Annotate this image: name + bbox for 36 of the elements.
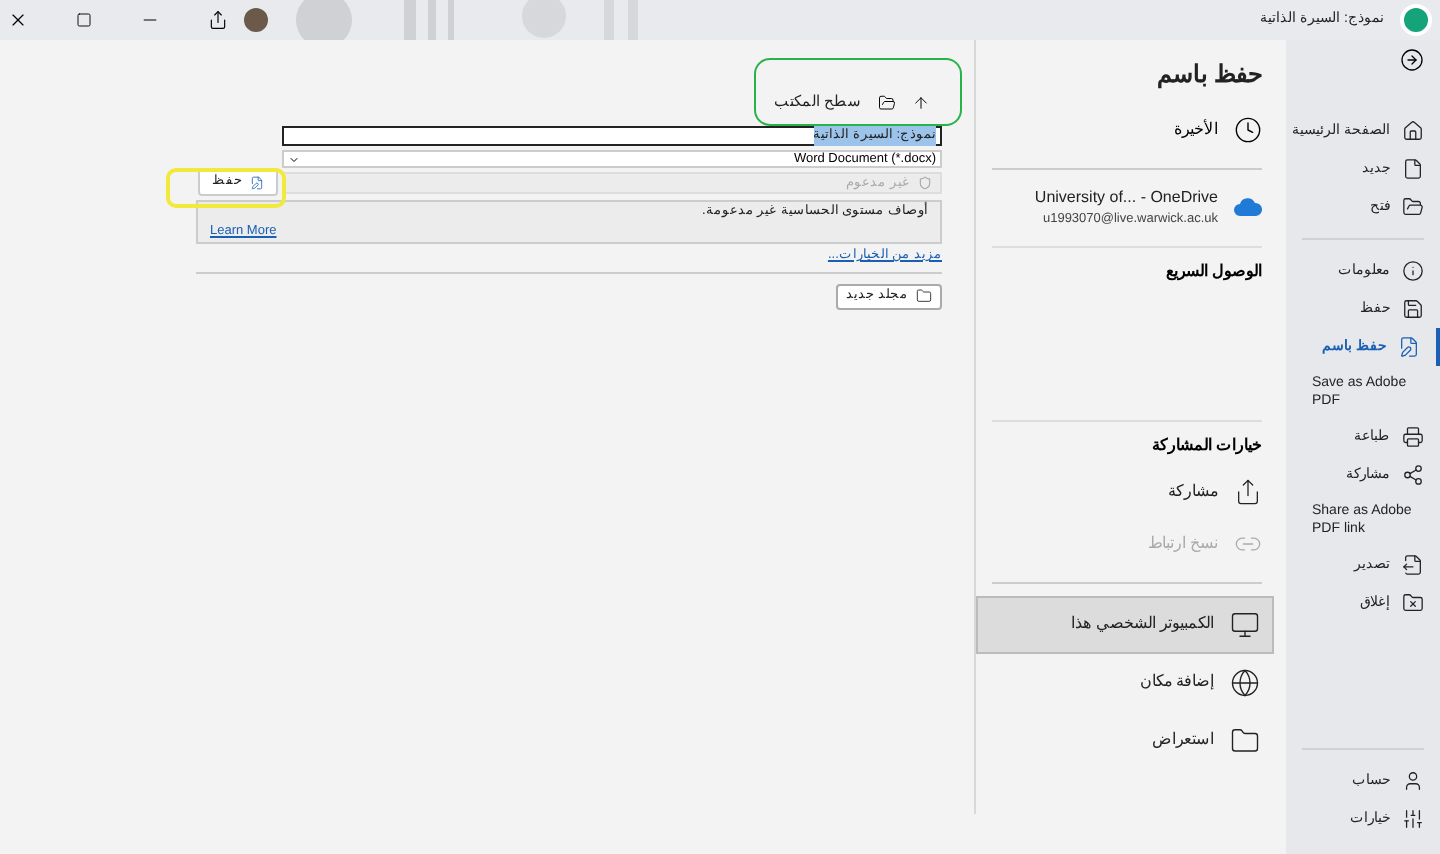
printer-icon: [1402, 426, 1424, 448]
location-item[interactable]: استعراض: [976, 711, 1274, 770]
info-icon: [1402, 260, 1424, 282]
avatar-icon[interactable]: [244, 8, 268, 32]
globe-icon: [1230, 667, 1260, 698]
maximize-icon[interactable]: [76, 12, 92, 28]
chevron-icon: [288, 153, 300, 165]
clock-icon: [1234, 116, 1262, 144]
folder-icon: [1230, 725, 1260, 756]
folder-icon: [1402, 196, 1424, 218]
page-title: حفظ باسم: [1155, 58, 1262, 92]
options-icon: [1402, 808, 1424, 830]
location-item[interactable]: إضافة مكان: [976, 653, 1274, 712]
app-logo-icon: [1400, 4, 1432, 36]
back-icon[interactable]: [1400, 48, 1424, 72]
recent-item[interactable]: الأخيرة: [992, 116, 1262, 170]
shield-icon: [918, 176, 932, 190]
sharing-item[interactable]: مشاركة: [992, 465, 1262, 518]
share-icon: [1234, 477, 1262, 506]
section-heading: خيارات المشاركة: [1149, 433, 1262, 458]
share-icon: [1402, 464, 1424, 486]
user-icon: [1402, 770, 1424, 792]
location-name: University of... - OneDrive: [1034, 186, 1218, 210]
folder-icon: [916, 288, 932, 305]
file-export-icon: [1402, 554, 1424, 576]
file-pen-icon: [1398, 336, 1420, 358]
folder-icon: [878, 93, 896, 111]
up-arrow-icon[interactable]: [912, 93, 930, 111]
close-icon[interactable]: [8, 10, 28, 30]
cloud-icon: [1234, 198, 1262, 217]
folder-x-icon: [1402, 592, 1424, 614]
monitor-icon: [1230, 609, 1260, 640]
section-heading: الوصول السريع: [1163, 259, 1262, 284]
file-icon: [1402, 158, 1424, 180]
location-item[interactable]: الكمبيوتر الشخصي هذا: [976, 595, 1274, 654]
home-icon: [1402, 120, 1424, 142]
